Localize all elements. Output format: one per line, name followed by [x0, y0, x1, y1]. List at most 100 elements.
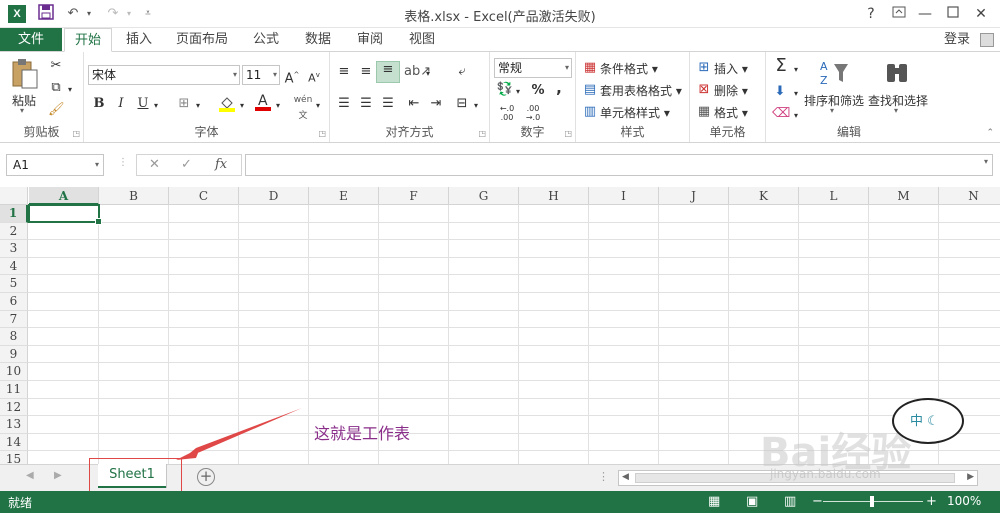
decrease-indent-icon[interactable]: ⇤ [406, 96, 422, 112]
column-header-b[interactable]: B [99, 187, 169, 205]
account-avatar[interactable] [980, 33, 994, 47]
bold-button[interactable]: B [92, 96, 106, 112]
italic-button[interactable]: I [114, 96, 128, 112]
increase-decimal-icon[interactable]: ←.0.00 [496, 104, 518, 122]
insert-function-icon[interactable]: fx [215, 157, 227, 172]
row-header-5[interactable]: 5 [0, 275, 28, 293]
fill-icon[interactable]: ⬇ [772, 84, 788, 100]
number-launcher-icon[interactable]: ◳ [564, 129, 572, 138]
tab-review[interactable]: 审阅 [348, 28, 392, 52]
ribbon-display-icon[interactable] [888, 4, 910, 24]
format-table-button[interactable]: 套用表格格式 ▾ [600, 82, 682, 99]
merge-center-icon[interactable]: ⊟ [454, 96, 470, 112]
row-header-1[interactable]: 1 [0, 205, 28, 223]
next-sheet-icon[interactable]: ▶ [54, 470, 62, 481]
enter-icon[interactable]: ✓ [181, 157, 192, 172]
sort-filter-icon[interactable]: AZ [818, 58, 852, 88]
page-break-view-icon[interactable]: ▥ [784, 494, 796, 509]
insert-cells-button[interactable]: 插入 ▾ [714, 60, 748, 77]
paste-dropdown-icon[interactable]: ▾ [20, 106, 24, 115]
row-header-8[interactable]: 8 [0, 328, 28, 346]
cancel-icon[interactable]: ✕ [149, 157, 160, 172]
select-all-corner[interactable] [0, 187, 28, 205]
zoom-in-icon[interactable]: + [926, 494, 937, 509]
conditional-format-icon[interactable]: ▦ [582, 60, 598, 76]
align-middle-icon[interactable]: ≡ [358, 64, 374, 80]
zoom-level[interactable]: 100% [947, 494, 981, 508]
autosum-icon[interactable]: Σ [772, 57, 790, 75]
row-header-10[interactable]: 10 [0, 363, 28, 381]
format-cells-button[interactable]: 格式 ▾ [714, 104, 748, 121]
row-header-4[interactable]: 4 [0, 257, 28, 276]
page-layout-view-icon[interactable]: ▣ [746, 494, 758, 509]
align-left-icon[interactable]: ☰ [336, 96, 352, 112]
column-header-e[interactable]: E [309, 187, 379, 205]
maximize-icon[interactable] [942, 4, 964, 24]
row-header-9[interactable]: 9 [0, 345, 28, 364]
column-header-g[interactable]: G [449, 187, 519, 205]
tab-split-handle[interactable]: ⋮ [598, 470, 609, 483]
cell-styles-icon[interactable]: ▥ [582, 104, 598, 120]
column-header-k[interactable]: K [729, 187, 799, 205]
accounting-format-icon[interactable]: 💱 [496, 82, 514, 98]
font-launcher-icon[interactable]: ◳ [318, 129, 326, 138]
phonetic-icon[interactable]: wén 文 [292, 92, 314, 124]
find-select-dropdown-icon[interactable]: ▾ [894, 106, 898, 115]
row-header-12[interactable]: 12 [0, 398, 28, 417]
font-color-icon[interactable]: A [254, 92, 272, 117]
decrease-decimal-icon[interactable]: .00 →.0 [522, 104, 544, 122]
minimize-icon[interactable]: — [914, 4, 936, 24]
row-header-6[interactable]: 6 [0, 293, 28, 311]
underline-dropdown-icon[interactable]: ▾ [152, 98, 160, 114]
collapse-ribbon-icon[interactable]: ⌃ [986, 128, 994, 138]
fill-dropdown-icon[interactable]: ▾ [792, 86, 800, 102]
percent-button[interactable]: % [530, 83, 546, 99]
row-header-2[interactable]: 2 [0, 222, 28, 241]
formula-input[interactable]: ▾ [245, 154, 993, 176]
find-select-icon[interactable] [882, 58, 912, 88]
scroll-left-icon[interactable]: ◀ [622, 472, 629, 482]
row-header-3[interactable]: 3 [0, 240, 28, 258]
row-header-11[interactable]: 11 [0, 381, 28, 399]
wrap-text-icon[interactable]: ⤶ [454, 64, 470, 80]
tab-view[interactable]: 视图 [400, 28, 444, 52]
merge-dropdown-icon[interactable]: ▾ [472, 98, 480, 114]
prev-sheet-icon[interactable]: ◀ [26, 470, 34, 481]
row-header-15[interactable]: 15 [0, 451, 28, 464]
fill-color-icon[interactable] [218, 94, 236, 117]
sort-filter-dropdown-icon[interactable]: ▾ [830, 106, 834, 115]
format-cells-icon[interactable]: ▦ [696, 104, 712, 120]
tab-page-layout[interactable]: 页面布局 [170, 28, 234, 52]
zoom-out-icon[interactable]: − [812, 494, 823, 509]
increase-indent-icon[interactable]: ⇥ [428, 96, 444, 112]
format-painter-icon[interactable]: 🖌 [48, 102, 65, 118]
increase-font-icon[interactable]: A^ [284, 67, 300, 87]
align-top-icon[interactable]: ≡ [336, 64, 352, 80]
clipboard-launcher-icon[interactable]: ◳ [72, 129, 80, 138]
comma-button[interactable]: , [552, 80, 566, 96]
tab-formulas[interactable]: 公式 [244, 28, 288, 52]
autosum-dropdown-icon[interactable]: ▾ [792, 62, 800, 78]
number-format-select[interactable]: 常规 ▾ [494, 58, 572, 78]
normal-view-icon[interactable]: ▦ [708, 494, 720, 509]
delete-cells-button[interactable]: 删除 ▾ [714, 82, 748, 99]
row-header-7[interactable]: 7 [0, 310, 28, 329]
tab-insert[interactable]: 插入 [116, 28, 162, 52]
font-color-dropdown-icon[interactable]: ▾ [274, 98, 282, 114]
tab-data[interactable]: 数据 [296, 28, 340, 52]
delete-cells-icon[interactable]: ⊠ [696, 82, 712, 98]
phonetic-dropdown-icon[interactable]: ▾ [314, 98, 322, 114]
column-header-l[interactable]: L [799, 187, 869, 205]
column-header-h[interactable]: H [519, 187, 589, 205]
accounting-dropdown-icon[interactable]: ▾ [514, 84, 522, 100]
orientation-dropdown-icon[interactable]: ▾ [424, 66, 432, 82]
cut-icon[interactable]: ✂ [48, 58, 64, 74]
font-size-select[interactable]: 11 ▾ [242, 65, 280, 85]
zoom-slider-thumb[interactable] [870, 496, 874, 507]
align-bottom-icon[interactable]: ≡ [376, 61, 400, 83]
expand-formula-icon[interactable]: ▾ [984, 157, 988, 166]
clear-dropdown-icon[interactable]: ▾ [792, 108, 800, 124]
scroll-right-icon[interactable]: ▶ [967, 472, 974, 482]
paste-icon[interactable] [10, 58, 40, 89]
column-header-i[interactable]: I [589, 187, 659, 205]
